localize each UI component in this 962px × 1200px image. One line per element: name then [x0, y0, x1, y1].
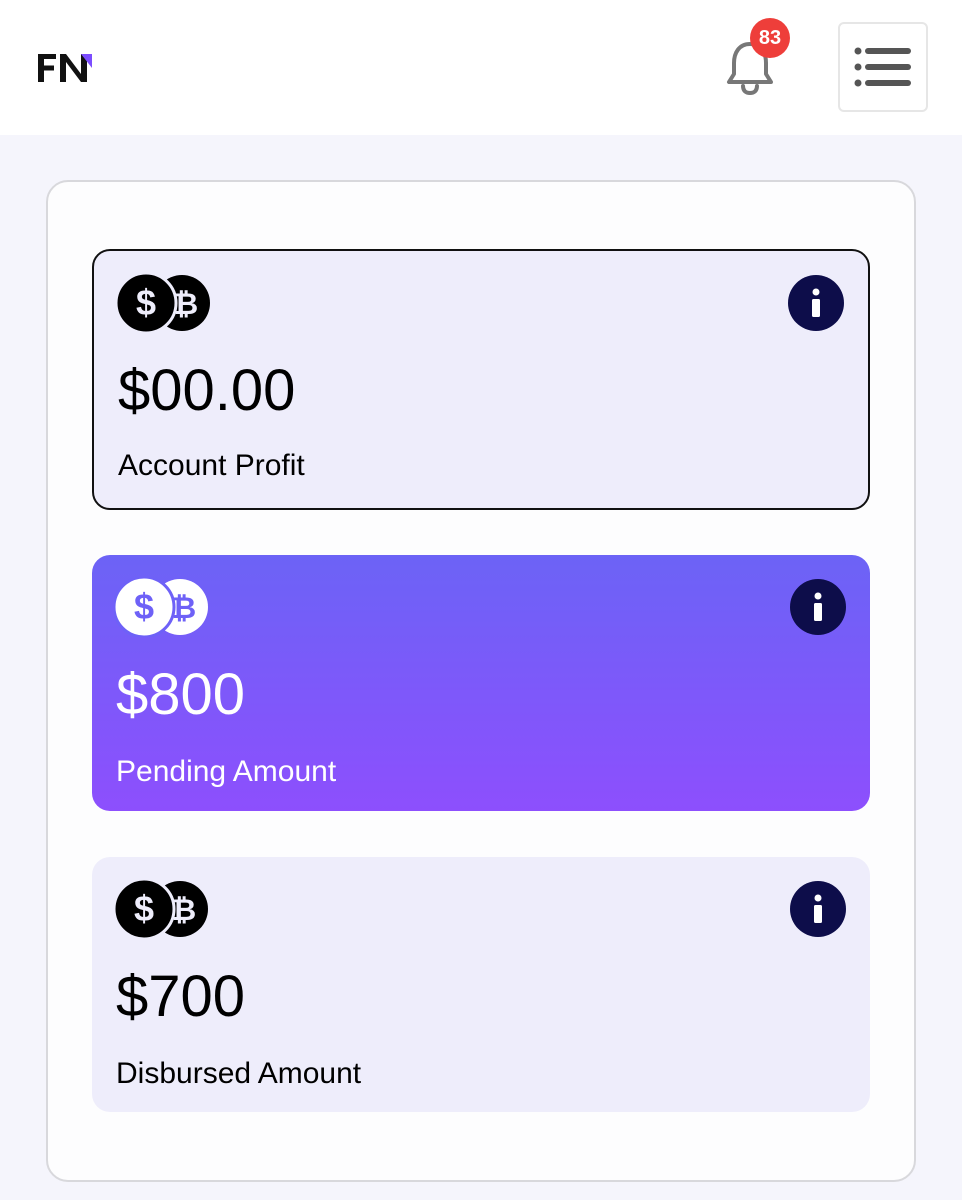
notification-badge: 83 — [750, 18, 790, 58]
info-icon — [814, 894, 822, 923]
dollar-bitcoin-coins-icon: $ ₿ — [116, 273, 210, 333]
dollar-bitcoin-coins-icon: $ ₿ — [114, 879, 208, 939]
info-icon — [812, 288, 820, 317]
info-button[interactable] — [788, 275, 844, 331]
dollar-bitcoin-coins-icon: $ ₿ — [114, 577, 208, 637]
disbursed-amount-label: Disbursed Amount — [116, 1057, 362, 1090]
svg-text:$: $ — [134, 586, 154, 627]
menu-button[interactable] — [838, 22, 928, 112]
info-icon — [814, 592, 822, 621]
disbursed-amount-value: $700 — [116, 964, 246, 1029]
svg-text:₿: ₿ — [174, 287, 198, 322]
brand-logo[interactable] — [36, 50, 94, 84]
pending-amount-value: $800 — [116, 662, 246, 727]
account-profit-card[interactable]: $ ₿ $00.00 Account Profit — [92, 249, 870, 510]
info-button[interactable] — [790, 579, 846, 635]
svg-text:₿: ₿ — [172, 591, 196, 626]
svg-text:$: $ — [134, 888, 154, 929]
hamburger-menu-icon — [854, 47, 911, 87]
svg-text:₿: ₿ — [172, 893, 196, 928]
info-button[interactable] — [790, 881, 846, 937]
account-profit-amount: $00.00 — [118, 358, 296, 423]
account-profit-label: Account Profit — [118, 449, 305, 482]
pending-amount-card[interactable]: $ ₿ $800 Pending Amount — [92, 555, 870, 811]
pending-amount-label: Pending Amount — [116, 755, 337, 788]
disbursed-amount-card[interactable]: $ ₿ $700 Disbursed Amount — [92, 857, 870, 1112]
top-header: 83 — [0, 0, 962, 135]
svg-text:$: $ — [136, 282, 156, 323]
